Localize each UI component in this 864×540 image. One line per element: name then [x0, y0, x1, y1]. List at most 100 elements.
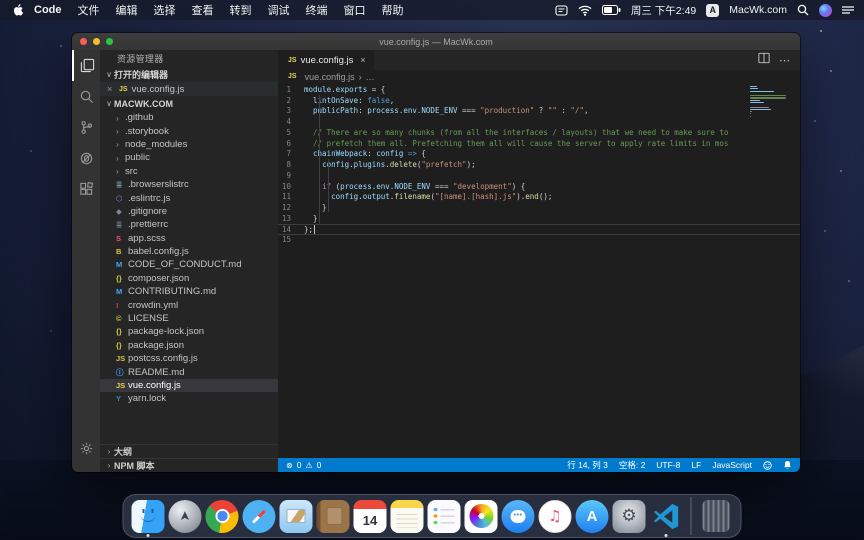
- close-window-button[interactable]: [80, 38, 87, 45]
- minimap[interactable]: [750, 86, 788, 126]
- menu-item-0[interactable]: 文件: [70, 5, 108, 17]
- dock-calendar[interactable]: 14: [354, 500, 387, 533]
- tree-file-postcss.config.js[interactable]: JSpostcss.config.js: [100, 352, 278, 365]
- code-line-2[interactable]: 2 lintOnSave: false,: [278, 95, 800, 106]
- menu-item-5[interactable]: 调试: [260, 5, 298, 17]
- dock-contacts[interactable]: [317, 500, 350, 533]
- split-editor-icon[interactable]: [758, 51, 770, 69]
- close-icon[interactable]: ×: [107, 84, 117, 94]
- tree-file-.gitignore[interactable]: ◆.gitignore: [100, 205, 278, 218]
- tree-file-CONTRIBUTING.md[interactable]: MCONTRIBUTING.md: [100, 285, 278, 298]
- code-editor[interactable]: 1module.exports = {2 lintOnSave: false,3…: [278, 83, 800, 458]
- tree-folder-.github[interactable]: ›.github: [100, 111, 278, 124]
- tree-file-package-lock.json[interactable]: {}package-lock.json: [100, 325, 278, 338]
- more-actions-icon[interactable]: ⋯: [779, 54, 791, 67]
- extensions-icon[interactable]: [72, 174, 100, 205]
- dock-trash[interactable]: [700, 500, 733, 532]
- status-item-3[interactable]: LF: [691, 460, 701, 470]
- menu-item-8[interactable]: 帮助: [374, 5, 412, 17]
- tree-file-app.scss[interactable]: Sapp.scss: [100, 232, 278, 245]
- menu-item-4[interactable]: 转到: [222, 5, 260, 17]
- tab-vue-config[interactable]: JS vue.config.js ×: [278, 50, 375, 70]
- menu-item-3[interactable]: 查看: [184, 5, 222, 17]
- input-method-icon[interactable]: A: [706, 4, 719, 17]
- project-folder-header[interactable]: ∨ MACWK.COM: [100, 96, 278, 111]
- dock-appstore[interactable]: A: [576, 500, 609, 533]
- tree-file-README.md[interactable]: ⓘREADME.md: [100, 365, 278, 378]
- tab-close-icon[interactable]: ×: [360, 55, 365, 65]
- apple-menu[interactable]: [10, 3, 26, 17]
- open-editors-header[interactable]: ∨ 打开的编辑器: [100, 67, 278, 82]
- code-line-12[interactable]: 12 }: [278, 202, 800, 213]
- code-line-3[interactable]: 3 publicPath: process.env.NODE_ENV === "…: [278, 106, 800, 117]
- breadcrumb-file[interactable]: vue.config.js: [305, 72, 355, 82]
- window-titlebar[interactable]: vue.config.js — MacWk.com: [72, 33, 800, 50]
- feedback-smiley-icon[interactable]: [763, 461, 772, 470]
- spotlight-search-icon[interactable]: [797, 4, 809, 16]
- code-line-6[interactable]: 6 // prefetch them all. Prefetching them…: [278, 138, 800, 149]
- tree-file-.eslintrc.js[interactable]: ⬡.eslintrc.js: [100, 191, 278, 204]
- dock-reminders[interactable]: [428, 500, 461, 533]
- tree-file-crowdin.yml[interactable]: !crowdin.yml: [100, 298, 278, 311]
- code-line-9[interactable]: 9: [278, 170, 800, 181]
- npm-scripts-section[interactable]: › NPM 脚本: [100, 458, 278, 472]
- status-item-0[interactable]: 行 14, 列 3: [567, 459, 608, 471]
- code-line-10[interactable]: 10 if (process.env.NODE_ENV === "develop…: [278, 181, 800, 192]
- dock-safari[interactable]: [243, 500, 276, 533]
- dock-launchpad[interactable]: [169, 500, 202, 533]
- tree-file-.browserslistrc[interactable]: ≣.browserslistrc: [100, 178, 278, 191]
- dock-vscode[interactable]: [650, 500, 683, 533]
- siri-icon[interactable]: [819, 4, 832, 17]
- search-icon[interactable]: [72, 81, 100, 112]
- debug-icon[interactable]: [72, 143, 100, 174]
- menu-item-1[interactable]: 编辑: [108, 5, 146, 17]
- notification-banner-icon[interactable]: [555, 5, 568, 16]
- tree-file-composer.json[interactable]: {}composer.json: [100, 272, 278, 285]
- menu-app-name[interactable]: Code: [26, 4, 70, 16]
- open-editor-item[interactable]: × JS vue.config.js: [100, 82, 278, 96]
- minimize-window-button[interactable]: [93, 38, 100, 45]
- tree-file-babel.config.js[interactable]: Bbabel.config.js: [100, 245, 278, 258]
- outline-section[interactable]: › 大纲: [100, 444, 278, 458]
- source-control-icon[interactable]: [72, 112, 100, 143]
- dock-finder[interactable]: [132, 500, 165, 533]
- status-item-4[interactable]: JavaScript: [712, 460, 752, 470]
- tree-folder-node_modules[interactable]: ›node_modules: [100, 138, 278, 151]
- notifications-bell-icon[interactable]: [783, 460, 792, 470]
- tree-file-vue.config.js[interactable]: JSvue.config.js: [100, 379, 278, 392]
- status-item-2[interactable]: UTF-8: [656, 460, 680, 470]
- dock-itunes[interactable]: ♫: [539, 500, 572, 533]
- menu-item-2[interactable]: 选择: [146, 5, 184, 17]
- dock-mail[interactable]: [280, 500, 313, 533]
- dock-messages[interactable]: [502, 500, 535, 533]
- code-line-11[interactable]: 11 config.output.filename("[name].[hash]…: [278, 192, 800, 203]
- tree-folder-src[interactable]: ›src: [100, 165, 278, 178]
- tree-file-CODE_OF_CONDUCT.md[interactable]: MCODE_OF_CONDUCT.md: [100, 258, 278, 271]
- notification-center-icon[interactable]: [842, 5, 854, 15]
- tree-folder-.storybook[interactable]: ›.storybook: [100, 124, 278, 137]
- zoom-window-button[interactable]: [106, 38, 113, 45]
- dock-notes[interactable]: [391, 500, 424, 533]
- manage-gear-icon[interactable]: [72, 433, 100, 464]
- breadcrumb-more[interactable]: …: [366, 72, 375, 82]
- code-line-13[interactable]: 13 }: [278, 213, 800, 224]
- status-item-1[interactable]: 空格: 2: [619, 459, 645, 471]
- battery-icon[interactable]: [602, 5, 621, 15]
- code-line-14[interactable]: 14};: [278, 224, 800, 235]
- explorer-icon[interactable]: [72, 50, 100, 81]
- code-line-1[interactable]: 1module.exports = {: [278, 84, 800, 95]
- problems-indicator[interactable]: ⊗ 0 ⚠ 0: [286, 460, 321, 470]
- tree-folder-public[interactable]: ›public: [100, 151, 278, 164]
- dock-systemprefs[interactable]: ⚙: [613, 500, 646, 533]
- tree-file-yarn.lock[interactable]: Yyarn.lock: [100, 392, 278, 405]
- tree-file-LICENSE[interactable]: ©LICENSE: [100, 312, 278, 325]
- menu-account[interactable]: MacWk.com: [729, 4, 787, 16]
- menu-clock[interactable]: 周三 下午2:49: [631, 3, 696, 18]
- code-line-4[interactable]: 4: [278, 116, 800, 127]
- code-line-5[interactable]: 5 // There are so many chunks (from all …: [278, 127, 800, 138]
- code-line-7[interactable]: 7 chainWebpack: config => {: [278, 149, 800, 160]
- breadcrumb[interactable]: JS vue.config.js › …: [278, 70, 800, 83]
- dock-chrome[interactable]: [206, 500, 239, 533]
- code-line-15[interactable]: 15: [278, 235, 800, 246]
- tree-file-package.json[interactable]: {}package.json: [100, 339, 278, 352]
